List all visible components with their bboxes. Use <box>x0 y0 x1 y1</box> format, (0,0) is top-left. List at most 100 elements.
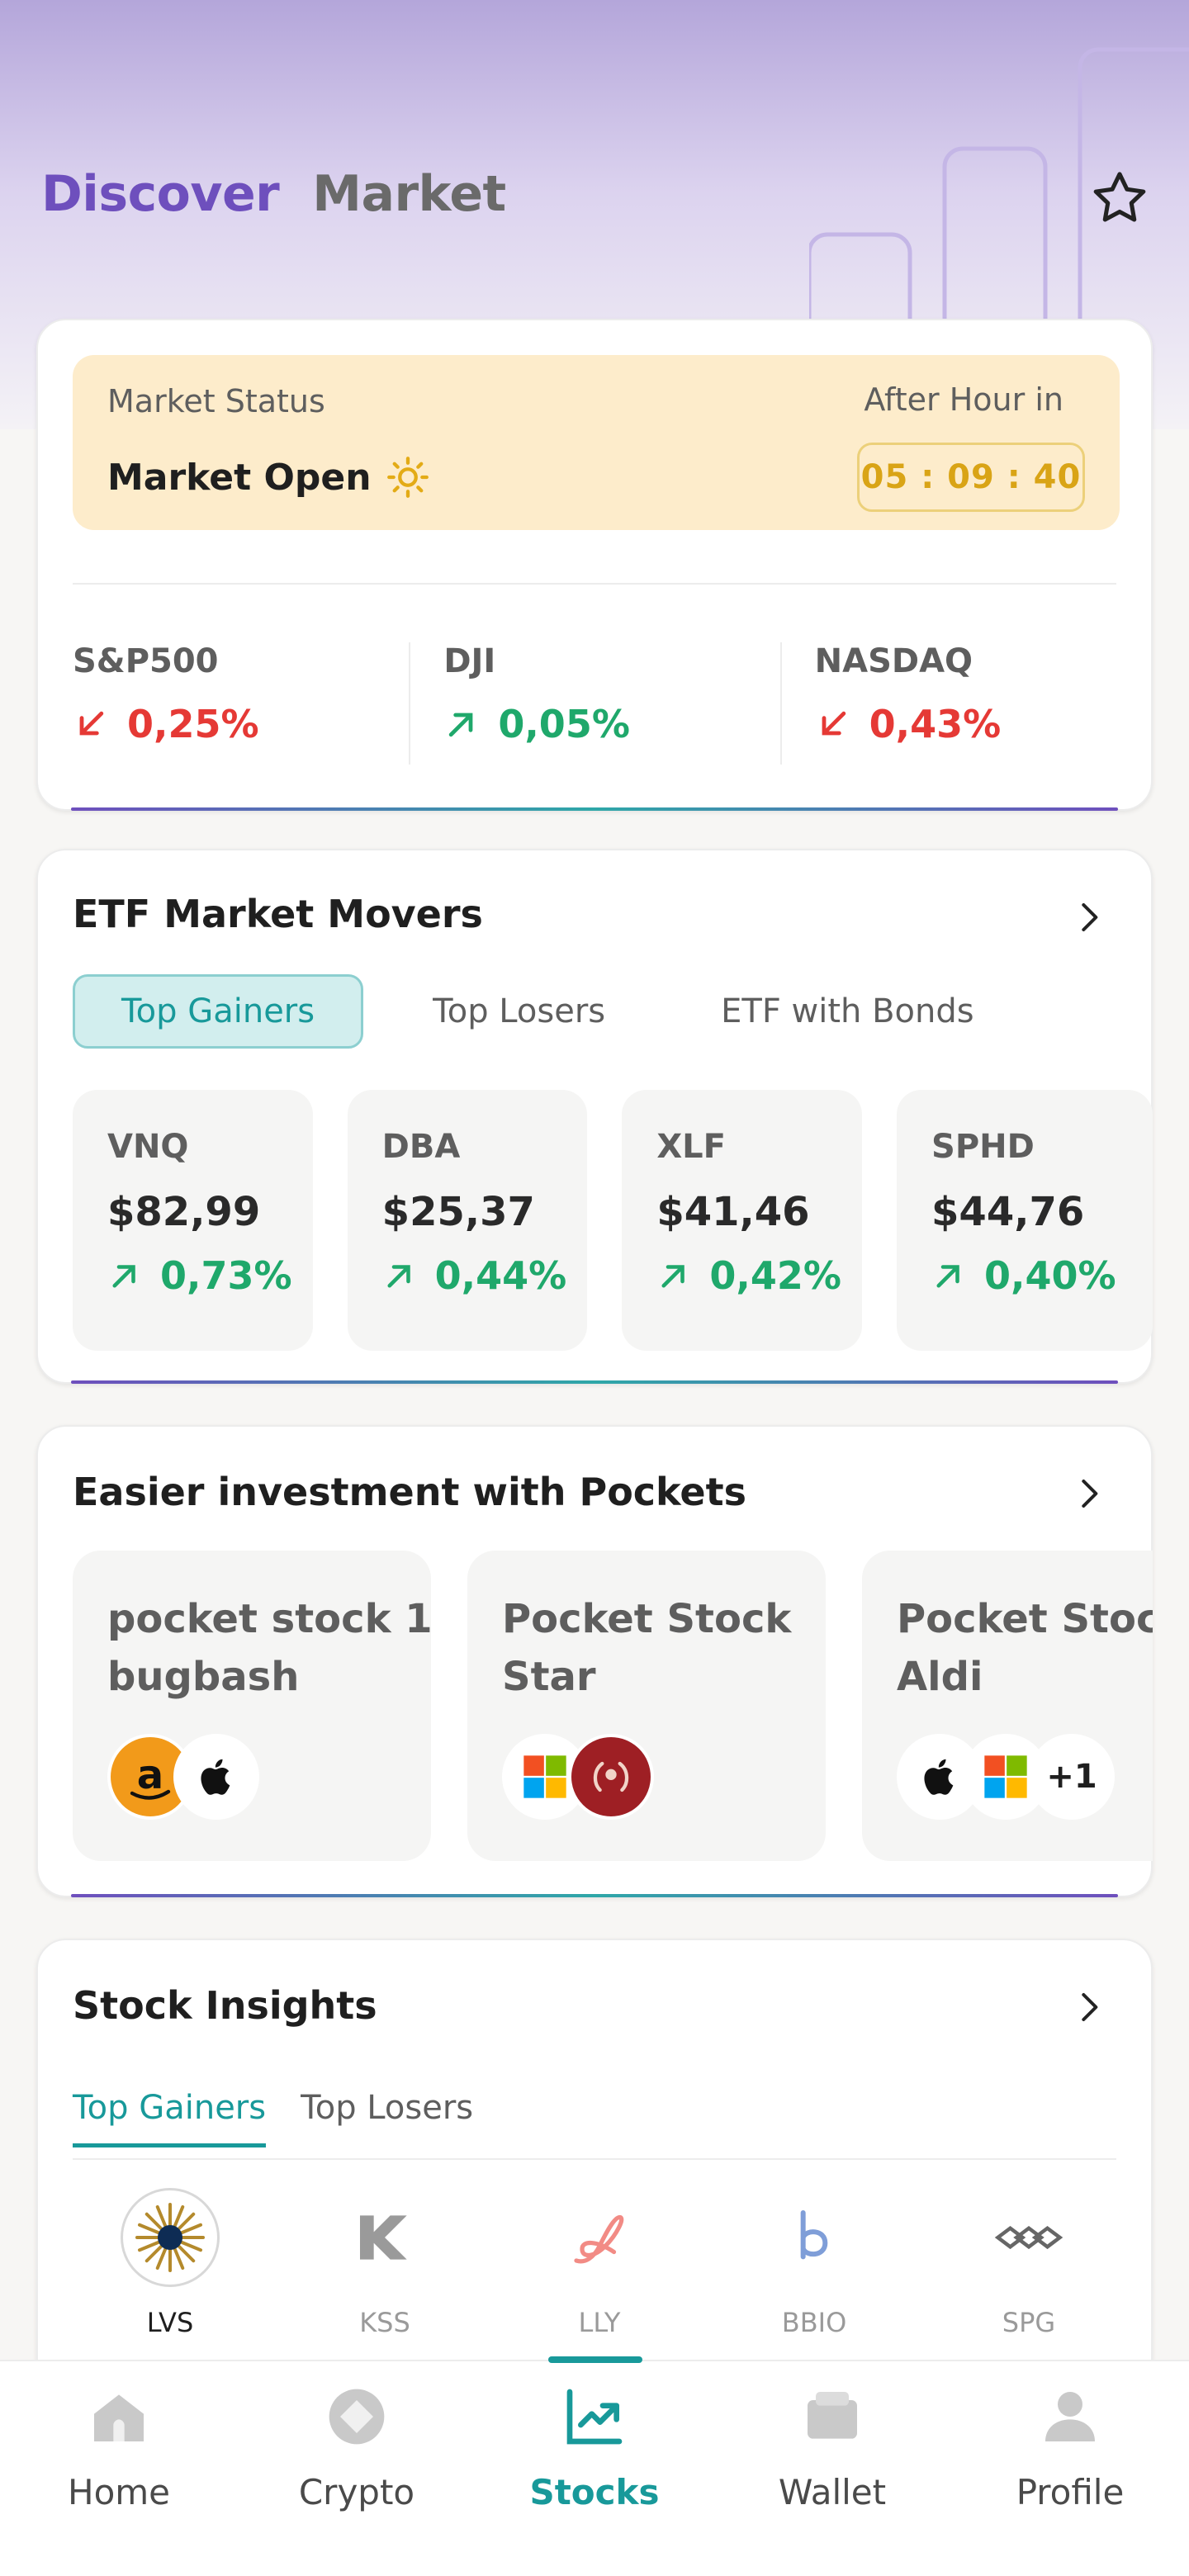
etf-symbol: DBA <box>381 1128 461 1166</box>
after-hour-label: After Hour in <box>864 381 1063 418</box>
nav-label: Crypto <box>298 2472 415 2512</box>
etf-card[interactable]: SPHD $44,76 0,40% <box>897 1090 1153 1351</box>
etf-tab-top-losers[interactable]: Top Losers <box>386 974 651 1049</box>
pockets-see-more-button[interactable] <box>1068 1473 1110 1514</box>
after-hour-timer: 05 : 09 : 40 <box>857 443 1085 512</box>
home-icon <box>82 2379 156 2454</box>
index-name: DJI <box>443 642 496 680</box>
index-name: S&P500 <box>73 642 219 680</box>
arrow-up-right-icon <box>112 1265 135 1288</box>
profile-icon <box>1033 2379 1107 2454</box>
etf-price: $82,99 <box>107 1189 261 1235</box>
etf-symbol: VNQ <box>107 1128 189 1166</box>
stock-symbol: LLY <box>578 2307 621 2338</box>
arrow-down-left-icon <box>822 711 846 736</box>
insights-tab-top-gainers[interactable]: Top Gainers <box>73 2089 267 2147</box>
pocket-name: Pocket Stock Aldi <box>897 1596 1153 1700</box>
index-dji[interactable]: DJI 0,05% <box>409 634 779 774</box>
market-status-label: Market Status <box>107 383 325 419</box>
chevron-right-icon <box>1082 1480 1098 1508</box>
etf-change-value: 0,44% <box>434 1253 567 1298</box>
pocket-card[interactable]: Pocket Stock Star <box>467 1551 826 1861</box>
index-change: 0,05% <box>443 702 779 746</box>
arrow-down-left-icon <box>79 711 104 736</box>
insights-stock-list: LVS KSS LLY BBIO SPG <box>63 2188 1136 2338</box>
etf-title: ETF Market Movers <box>73 892 483 936</box>
pocket-logos: +1 <box>897 1734 1115 1820</box>
arrow-up-right-icon <box>449 713 473 737</box>
market-open-text: Market Open <box>107 456 372 499</box>
etf-change-value: 0,73% <box>160 1253 292 1298</box>
etf-symbol: SPHD <box>931 1128 1035 1166</box>
index-change: 0,25% <box>73 702 409 746</box>
stock-symbol: KSS <box>359 2307 410 2338</box>
insights-see-more-button[interactable] <box>1068 1986 1110 2028</box>
nav-wallet[interactable]: Wallet <box>713 2361 951 2576</box>
etf-change: 0,44% <box>382 1253 588 1298</box>
etf-symbol: XLF <box>656 1128 726 1166</box>
lvs-logo-icon <box>121 2188 220 2287</box>
etf-card[interactable]: DBA $25,37 0,44% <box>347 1090 588 1351</box>
etf-change: 0,73% <box>107 1253 313 1298</box>
pocket-list: pocket stock 1 bugbash a Pocket Stock St… <box>73 1551 1153 1861</box>
bbio-logo-icon <box>765 2188 864 2287</box>
crypto-icon <box>320 2379 394 2454</box>
etf-card[interactable]: XLF $41,46 0,42% <box>622 1090 863 1351</box>
stock-item-kss[interactable]: KSS <box>277 2188 492 2338</box>
etf-movers-card: ETF Market Movers Top Gainers Top Losers… <box>36 849 1153 1384</box>
bottom-navigation: Home Crypto Stocks Wallet Profile <box>0 2356 1189 2576</box>
stock-item-lly[interactable]: LLY <box>492 2188 707 2338</box>
etf-tab-etf-with-bonds[interactable]: ETF with Bonds <box>675 974 1021 1049</box>
nav-home[interactable]: Home <box>0 2361 238 2576</box>
market-open-status: Market Open <box>107 456 429 499</box>
etf-card[interactable]: VNQ $82,99 0,73% <box>73 1090 313 1351</box>
nav-profile[interactable]: Profile <box>951 2361 1189 2576</box>
index-sp500[interactable]: S&P500 0,25% <box>38 634 409 774</box>
pocket-logos: a <box>107 1734 259 1820</box>
nav-label: Home <box>67 2472 171 2512</box>
tab-discover[interactable]: Discover <box>41 165 280 223</box>
divider <box>73 583 1116 585</box>
more-logos-count: +1 <box>1029 1734 1115 1820</box>
stock-symbol: BBIO <box>781 2307 847 2338</box>
index-name: NASDAQ <box>814 642 973 680</box>
pocket-card[interactable]: Pocket Stock Aldi +1 <box>862 1551 1153 1861</box>
index-nasdaq[interactable]: NASDAQ 0,43% <box>779 634 1151 774</box>
pocket-card[interactable]: pocket stock 1 bugbash a <box>73 1551 433 1861</box>
pocket-logos <box>502 1734 654 1820</box>
nav-label: Profile <box>1016 2472 1125 2512</box>
etf-tab-top-gainers[interactable]: Top Gainers <box>73 974 364 1049</box>
pockets-title: Easier investment with Pockets <box>73 1470 746 1514</box>
insights-tabs: Top Gainers Top Losers <box>73 2089 473 2147</box>
etf-see-more-button[interactable] <box>1068 897 1110 938</box>
stock-item-bbio[interactable]: BBIO <box>707 2188 921 2338</box>
chevron-right-icon <box>1082 903 1098 931</box>
stock-item-lvs[interactable]: LVS <box>63 2188 277 2338</box>
svg-text:a: a <box>137 1752 163 1798</box>
nav-label: Stocks <box>529 2472 660 2512</box>
watchlist-star-button[interactable] <box>1087 165 1153 231</box>
chevron-right-icon <box>1082 1993 1098 2021</box>
insights-tab-top-losers[interactable]: Top Losers <box>301 2089 473 2147</box>
nav-stocks[interactable]: Stocks <box>476 2356 713 2576</box>
arrow-up-right-icon <box>936 1265 959 1288</box>
etf-price: $41,46 <box>656 1189 810 1235</box>
wreath-logo-icon <box>568 1734 654 1820</box>
stock-item-spg[interactable]: SPG <box>921 2188 1136 2338</box>
etf-price: $25,37 <box>381 1189 535 1235</box>
spg-logo-icon <box>979 2188 1078 2287</box>
stock-symbol: SPG <box>1002 2307 1056 2338</box>
apple-logo-icon <box>173 1734 259 1820</box>
tab-market[interactable]: Market <box>312 165 506 223</box>
etf-change: 0,40% <box>931 1253 1153 1298</box>
etf-change-value: 0,42% <box>709 1253 841 1298</box>
star-icon <box>1093 172 1146 222</box>
pocket-name: pocket stock 1 bugbash <box>107 1596 433 1700</box>
index-change: 0,43% <box>815 702 1151 746</box>
index-change-value: 0,05% <box>498 702 630 746</box>
stock-symbol: LVS <box>146 2307 194 2338</box>
index-change-value: 0,43% <box>869 702 1002 746</box>
arrow-up-right-icon <box>387 1265 410 1288</box>
nav-crypto[interactable]: Crypto <box>238 2361 476 2576</box>
etf-price: $44,76 <box>931 1189 1085 1235</box>
